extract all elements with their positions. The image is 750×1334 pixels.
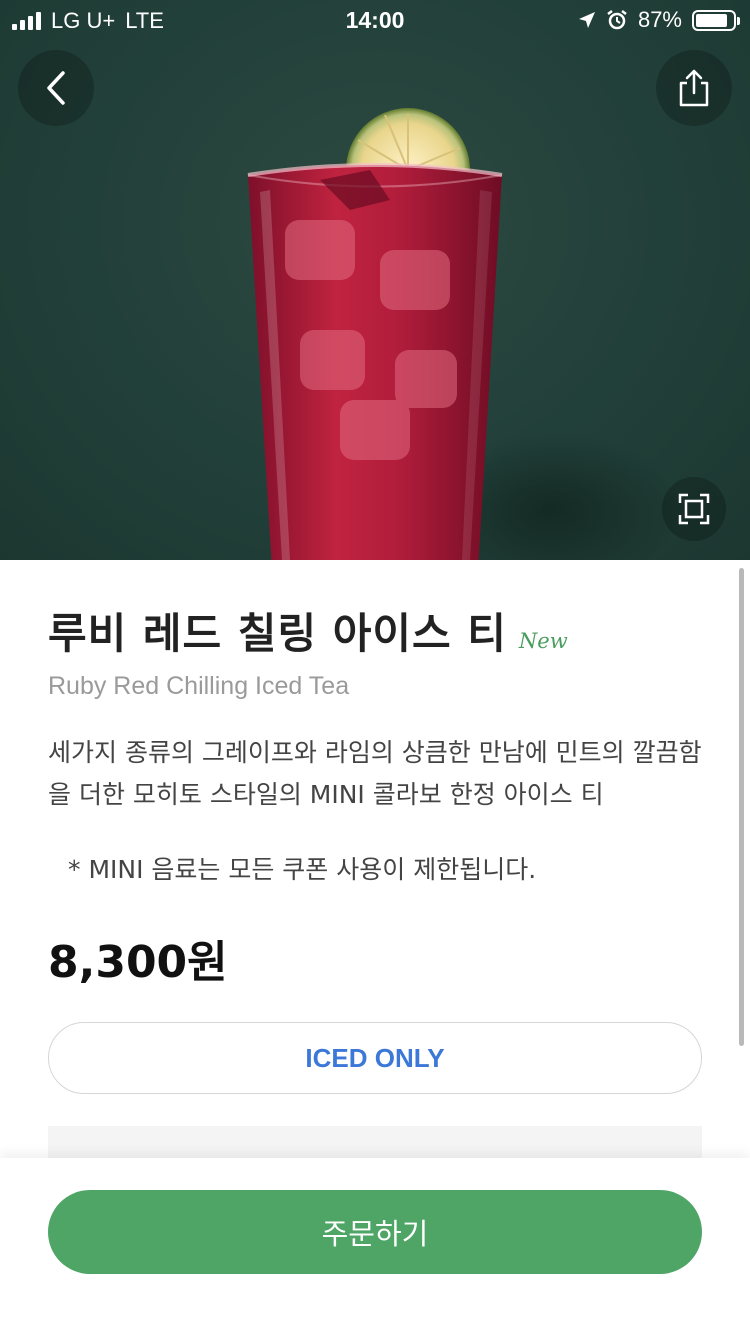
product-title: 루비 레드 칠링 아이스 티: [48, 609, 507, 658]
scrollbar[interactable]: [739, 568, 744, 1046]
alarm-icon: [607, 10, 627, 30]
zoom-button[interactable]: [662, 477, 726, 541]
product-hero-image: LG U+ LTE 14:00 87%: [0, 0, 750, 560]
title-row: 루비 레드 칠링 아이스 티 New: [48, 600, 568, 661]
drink-image: [247, 108, 503, 560]
new-badge: New: [518, 629, 568, 653]
bottom-action-bar: 주문하기: [0, 1158, 750, 1334]
info-section-placeholder: [48, 1126, 702, 1160]
share-button[interactable]: [656, 50, 732, 126]
status-bar: LG U+ LTE 14:00 87%: [0, 0, 750, 42]
order-button[interactable]: 주문하기: [48, 1190, 702, 1274]
product-english-name: Ruby Red Chilling Iced Tea: [48, 672, 350, 700]
chevron-left-icon: [47, 71, 65, 105]
fullscreen-icon: [678, 493, 710, 525]
location-arrow-icon: [578, 12, 595, 28]
product-details: 루비 레드 칠링 아이스 티 New Ruby Red Chilling Ice…: [0, 560, 750, 1160]
product-price: 8,300원: [48, 937, 228, 988]
product-description: 세가지 종류의 그레이프와 라임의 상큼한 만남에 민트의 깔끔함을 더한 모히…: [48, 738, 702, 809]
back-button[interactable]: [18, 50, 94, 126]
battery-icon: [692, 9, 740, 31]
coupon-notice: * MINI 음료는 모든 쿠폰 사용이 제한됩니다.: [68, 855, 537, 884]
share-icon: [679, 69, 709, 107]
battery-percentage: 87%: [637, 7, 682, 32]
iced-only-option[interactable]: ICED ONLY: [48, 1022, 702, 1094]
